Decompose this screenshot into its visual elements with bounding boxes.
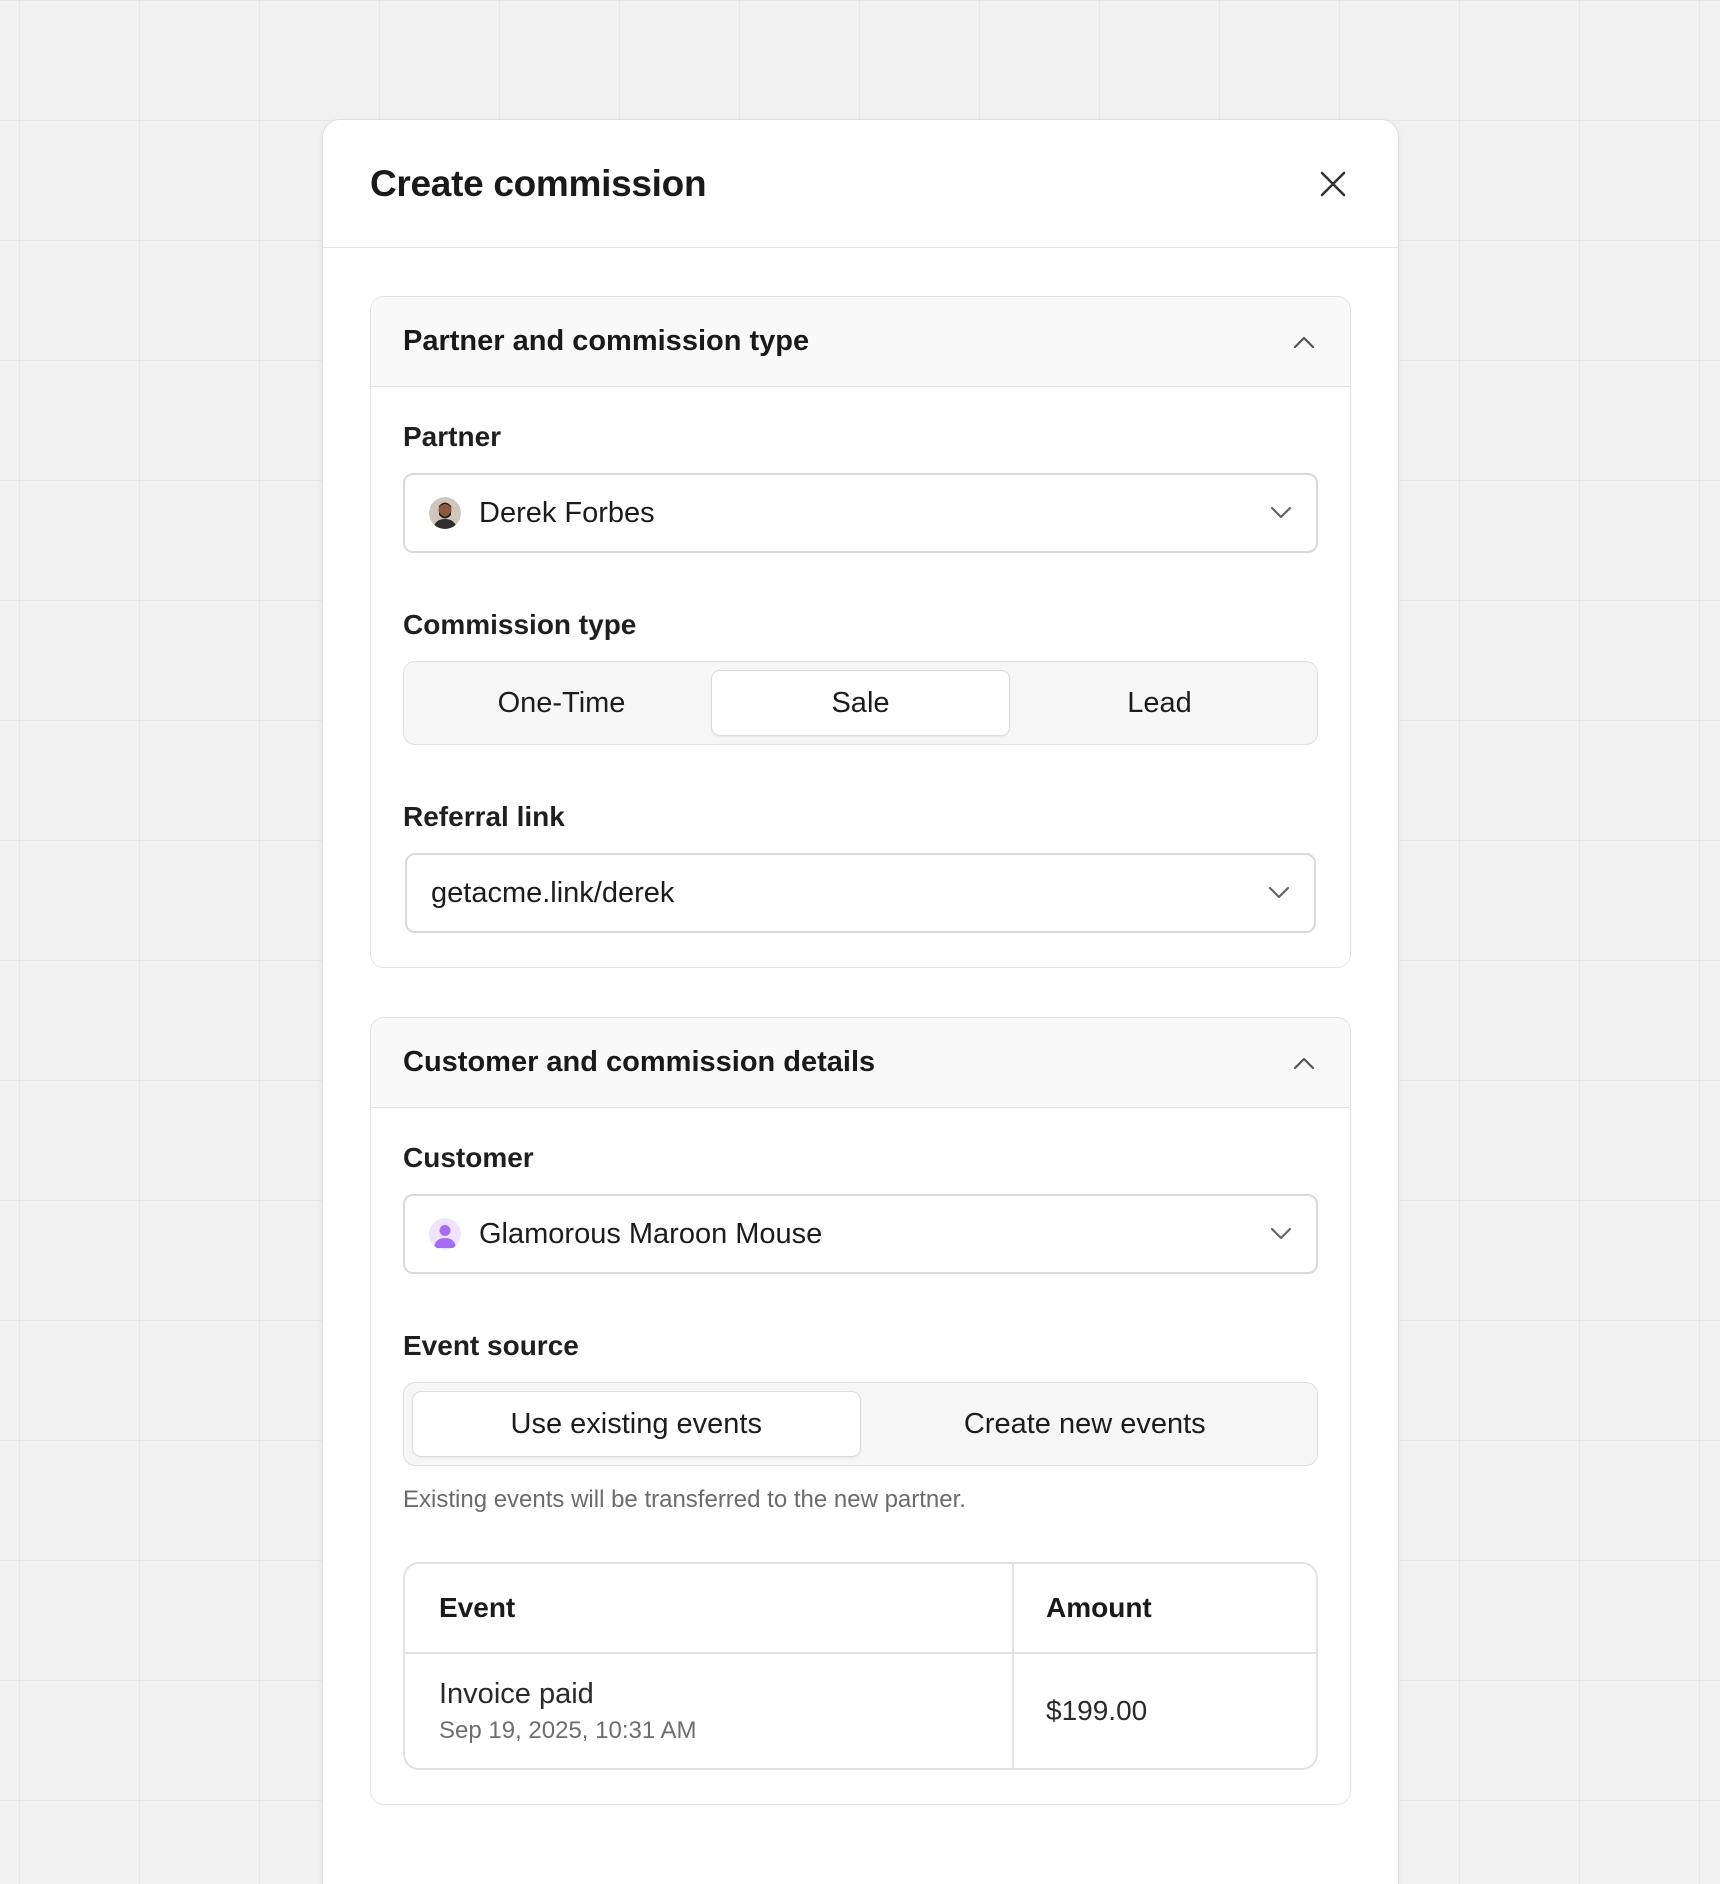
partner-label: Partner bbox=[403, 421, 502, 452]
referral-link-select[interactable]: getacme.link/derek bbox=[405, 853, 1316, 933]
customer-value: Glamorous Maroon Mouse bbox=[479, 1217, 823, 1250]
events-table: Event Amount Invoice paid Sep 19, 2025, … bbox=[403, 1562, 1318, 1770]
commission-type-one-time[interactable]: One-Time bbox=[412, 670, 711, 736]
referral-link-label: Referral link bbox=[403, 801, 565, 832]
event-source-existing[interactable]: Use existing events bbox=[412, 1391, 861, 1457]
table-header-row: Event Amount bbox=[405, 1564, 1316, 1654]
chevron-up-icon bbox=[1293, 1057, 1315, 1069]
table-row[interactable]: Invoice paid Sep 19, 2025, 10:31 AM $199… bbox=[405, 1654, 1316, 1768]
event-source-new[interactable]: Create new events bbox=[861, 1391, 1310, 1457]
section-title: Partner and commission type bbox=[403, 325, 810, 357]
create-commission-modal: Create commission Partner and commission… bbox=[322, 119, 1399, 1884]
event-source-toggle: Use existing events Create new events bbox=[403, 1382, 1318, 1466]
partner-select[interactable]: Derek Forbes bbox=[403, 473, 1318, 553]
event-name: Invoice paid bbox=[439, 1677, 594, 1710]
chevron-down-icon bbox=[1270, 1227, 1292, 1240]
chevron-down-icon bbox=[1270, 506, 1292, 519]
column-header-event: Event bbox=[439, 1592, 516, 1623]
chevron-down-icon bbox=[1268, 886, 1290, 899]
customer-section-header[interactable]: Customer and commission details bbox=[371, 1018, 1350, 1108]
collapse-toggle[interactable] bbox=[1284, 322, 1324, 362]
commission-type-sale[interactable]: Sale bbox=[711, 670, 1010, 736]
commission-type-toggle: One-Time Sale Lead bbox=[403, 661, 1318, 745]
customer-label: Customer bbox=[403, 1142, 534, 1173]
column-header-amount: Amount bbox=[1046, 1592, 1152, 1623]
customer-section-content: Customer Glamorous Maroon Mouse Event so… bbox=[371, 1108, 1350, 1804]
modal-body: Partner and commission type Partner Dere… bbox=[323, 248, 1398, 1805]
customer-avatar bbox=[429, 1218, 461, 1250]
modal-header: Create commission bbox=[323, 120, 1398, 248]
partner-section: Partner and commission type Partner Dere… bbox=[370, 296, 1351, 968]
event-source-label: Event source bbox=[403, 1330, 579, 1361]
close-button[interactable] bbox=[1307, 158, 1359, 210]
close-icon bbox=[1320, 171, 1346, 196]
commission-type-lead[interactable]: Lead bbox=[1010, 670, 1309, 736]
partner-section-content: Partner Derek Forbes Commission type One… bbox=[371, 387, 1350, 967]
commission-type-label: Commission type bbox=[403, 609, 637, 640]
partner-section-header[interactable]: Partner and commission type bbox=[371, 297, 1350, 387]
event-date: Sep 19, 2025, 10:31 AM bbox=[439, 1716, 697, 1744]
partner-value: Derek Forbes bbox=[479, 496, 655, 529]
customer-select[interactable]: Glamorous Maroon Mouse bbox=[403, 1194, 1318, 1274]
event-source-helper-text: Existing events will be transferred to t… bbox=[403, 1486, 966, 1513]
referral-link-value: getacme.link/derek bbox=[431, 876, 675, 909]
collapse-toggle[interactable] bbox=[1284, 1043, 1324, 1083]
partner-avatar bbox=[429, 497, 461, 529]
modal-title: Create commission bbox=[370, 162, 707, 204]
event-amount: $199.00 bbox=[1046, 1695, 1148, 1726]
section-title: Customer and commission details bbox=[403, 1046, 876, 1078]
chevron-up-icon bbox=[1293, 336, 1315, 348]
customer-section: Customer and commission details Customer bbox=[370, 1017, 1351, 1805]
